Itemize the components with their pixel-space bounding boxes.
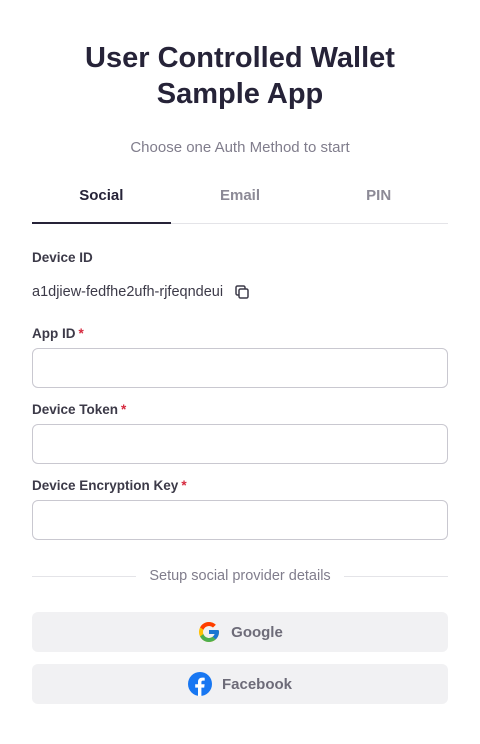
device-token-input[interactable] xyxy=(32,424,448,464)
page-title: User Controlled Wallet Sample App xyxy=(0,40,480,112)
page-title-line1: User Controlled Wallet xyxy=(85,42,395,74)
social-divider: Setup social provider details xyxy=(32,566,449,586)
divider-line-left xyxy=(32,575,137,577)
divider-line-right xyxy=(343,575,449,577)
facebook-icon xyxy=(187,672,212,696)
google-login-button[interactable]: Google xyxy=(32,612,448,652)
device-encryption-key-label-text: Device Encryption Key xyxy=(32,478,179,493)
social-divider-text: Setup social provider details xyxy=(149,568,331,584)
device-token-label-text: Device Token xyxy=(32,402,119,417)
app-id-label: App ID * xyxy=(32,326,84,341)
device-encryption-key-input[interactable] xyxy=(32,500,448,540)
facebook-button-label: Facebook xyxy=(221,675,293,693)
facebook-login-button[interactable]: Facebook xyxy=(32,664,448,704)
page-title-line2: Sample App xyxy=(156,78,324,110)
auth-method-tabs: Social Email PIN xyxy=(32,176,448,224)
app-id-label-text: App ID xyxy=(32,326,76,341)
required-marker: * xyxy=(181,478,187,493)
device-id-row: a1djiew-fedfhe2ufh-rjfeqndeui xyxy=(32,283,251,301)
google-button-label: Google xyxy=(231,623,283,641)
google-icon xyxy=(197,620,221,644)
device-id-value: a1djiew-fedfhe2ufh-rjfeqndeui xyxy=(32,284,224,300)
tab-email[interactable]: Email xyxy=(171,176,310,223)
app-id-input[interactable] xyxy=(32,348,448,388)
required-marker: * xyxy=(78,326,84,341)
page-subtitle: Choose one Auth Method to start xyxy=(130,139,350,156)
tab-social[interactable]: Social xyxy=(32,176,171,224)
device-id-label: Device ID xyxy=(32,250,93,265)
tab-pin[interactable]: PIN xyxy=(309,176,448,223)
required-marker: * xyxy=(121,402,127,417)
copy-icon[interactable] xyxy=(233,283,251,301)
device-encryption-key-label: Device Encryption Key * xyxy=(32,478,187,493)
device-token-label: Device Token * xyxy=(32,402,126,417)
